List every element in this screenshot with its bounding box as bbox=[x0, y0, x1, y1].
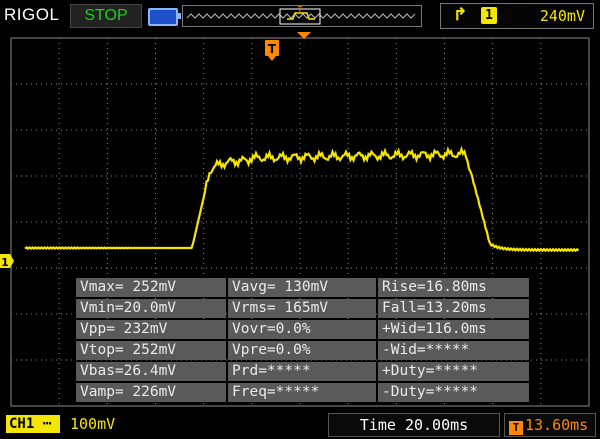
trigger-position[interactable]: T 13.60ms bbox=[504, 413, 596, 437]
measurement-vtop: Vtop= 252mV bbox=[76, 341, 226, 360]
ch1-offset-marker-label: 1 bbox=[1, 256, 9, 269]
measurement-vbase: Vbas=26.4mV bbox=[76, 362, 226, 381]
measurement-period: Prd=***** bbox=[228, 362, 376, 381]
measurement-vrms: Vrms= 165mV bbox=[228, 299, 376, 318]
measurement-vmax: Vmax= 252mV bbox=[76, 278, 226, 297]
dc-coupling-icon: ┅ bbox=[42, 416, 52, 432]
trigger-source-badge: 1 bbox=[481, 7, 497, 24]
memory-depth-strip: T bbox=[182, 5, 422, 27]
measurement-table: Vmax= 252mV Vavg= 130mV Rise=16.80ms Vmi… bbox=[76, 278, 531, 404]
bottom-status-bar: CH1 ┅ 100mV Time 20.00ms T 13.60ms bbox=[0, 410, 600, 439]
measurement-vmin: Vmin=20.0mV bbox=[76, 299, 226, 318]
top-status-bar: RIGOL STOP T ↱ 1 240mV bbox=[0, 0, 600, 32]
ch1-label: CH1 bbox=[9, 416, 35, 432]
measurement-row: Vmin=20.0mV Vrms= 165mV Fall=13.20ms bbox=[76, 299, 531, 318]
measurement-fall: Fall=13.20ms bbox=[378, 299, 529, 318]
measurement-vavg: Vavg= 130mV bbox=[228, 278, 376, 297]
measurement-row: Vtop= 252mV Vpre=0.0% -Wid=***** bbox=[76, 341, 531, 360]
trigger-position-marker-icon: T bbox=[509, 421, 523, 435]
svg-text:T: T bbox=[297, 6, 303, 14]
brand-logo: RIGOL bbox=[4, 5, 60, 24]
battery-icon bbox=[148, 8, 181, 26]
measurement-row: Vpp= 232mV Vovr=0.0% +Wid=116.0ms bbox=[76, 320, 531, 339]
trigger-marker-pointer-icon bbox=[268, 56, 276, 61]
trigger-settings[interactable]: ↱ 1 240mV bbox=[440, 3, 594, 29]
ch1-indicator[interactable]: CH1 ┅ bbox=[6, 415, 60, 433]
measurement-vpp: Vpp= 232mV bbox=[76, 320, 226, 339]
memory-waveform-preview: T bbox=[186, 5, 416, 25]
measurement-row: Vamp= 226mV Freq=***** -Duty=***** bbox=[76, 383, 531, 402]
measurement-row: Vmax= 252mV Vavg= 130mV Rise=16.80ms bbox=[76, 278, 531, 297]
run-stop-status[interactable]: STOP bbox=[70, 4, 142, 28]
measurement-row: Vbas=26.4mV Prd=***** +Duty=***** bbox=[76, 362, 531, 381]
ch1-waveform-trace bbox=[24, 145, 580, 253]
trigger-marker-label: T bbox=[268, 42, 277, 56]
trigger-level-value: 240mV bbox=[539, 7, 585, 25]
measurement-pos-duty: +Duty=***** bbox=[378, 362, 529, 381]
rising-edge-icon: ↱ bbox=[453, 5, 468, 24]
measurement-neg-duty: -Duty=***** bbox=[378, 383, 529, 402]
measurement-neg-width: -Wid=***** bbox=[378, 341, 529, 360]
timebase-value[interactable]: Time 20.00ms bbox=[328, 413, 500, 437]
trigger-position-value: 13.60ms bbox=[525, 416, 589, 434]
measurement-freq: Freq=***** bbox=[228, 383, 376, 402]
measurement-vamp: Vamp= 226mV bbox=[76, 383, 226, 402]
ch1-vertical-scale[interactable]: 100mV bbox=[70, 415, 115, 433]
measurement-pos-width: +Wid=116.0ms bbox=[378, 320, 529, 339]
measurement-vpre: Vpre=0.0% bbox=[228, 341, 376, 360]
measurement-rise: Rise=16.80ms bbox=[378, 278, 529, 297]
measurement-vovr: Vovr=0.0% bbox=[228, 320, 376, 339]
